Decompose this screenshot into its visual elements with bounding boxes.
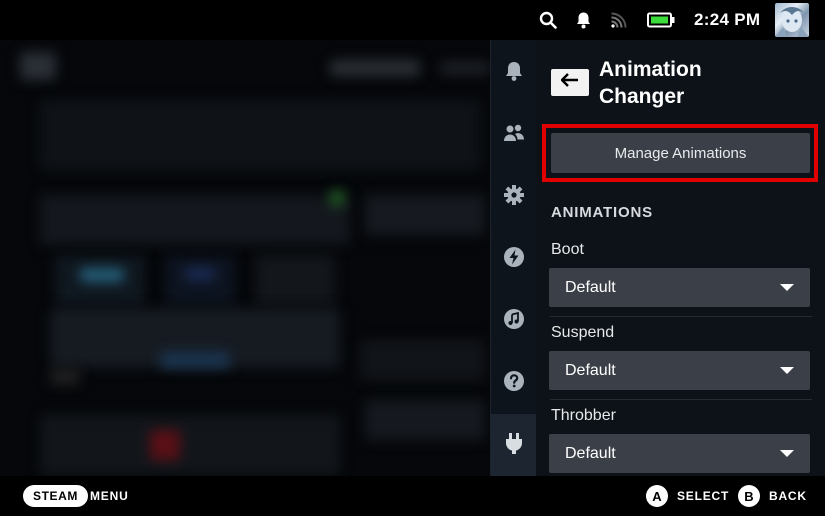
tab-performance[interactable] xyxy=(491,228,537,290)
tab-notifications[interactable] xyxy=(491,42,537,104)
divider xyxy=(550,399,812,400)
tab-friends[interactable] xyxy=(491,104,537,166)
bell-icon[interactable] xyxy=(571,8,595,32)
select-hint-label: SELECT xyxy=(677,489,730,503)
back-hint-label: BACK xyxy=(769,489,807,503)
music-icon xyxy=(503,308,525,335)
dropdown-value: Default xyxy=(565,278,616,296)
bg-blob xyxy=(365,400,485,440)
caret-down-icon xyxy=(780,367,794,374)
throbber-dropdown[interactable]: Default xyxy=(549,434,810,473)
suspend-dropdown[interactable]: Default xyxy=(549,351,810,390)
bg-blob xyxy=(40,195,350,245)
bg-blob xyxy=(40,415,340,475)
divider xyxy=(550,316,812,317)
menu-hint-label: MENU xyxy=(90,489,129,503)
a-button-icon[interactable]: A xyxy=(646,485,668,507)
tab-settings[interactable] xyxy=(491,166,537,228)
bg-blob xyxy=(255,255,335,305)
bg-blob xyxy=(165,255,235,305)
tab-plugins[interactable] xyxy=(491,414,537,476)
bg-blob xyxy=(360,340,485,380)
bg-blob xyxy=(330,190,344,206)
button-hints-bar: STEAM MENU A SELECT B BACK xyxy=(0,476,825,516)
dropdown-value: Default xyxy=(565,444,616,462)
caret-down-icon xyxy=(780,450,794,457)
field-label-throbber: Throbber xyxy=(551,407,616,424)
caret-down-icon xyxy=(780,284,794,291)
quick-access-tabs xyxy=(490,40,537,476)
bell-icon xyxy=(504,60,524,87)
status-bar: 2:24 PM xyxy=(0,0,825,40)
page-title-line2: Changer xyxy=(599,85,685,108)
plugin-panel: Animation Changer Manage Animations ANIM… xyxy=(536,40,825,476)
bg-blob xyxy=(365,195,485,235)
help-icon xyxy=(503,370,525,397)
blurred-background xyxy=(0,40,490,476)
avatar[interactable] xyxy=(775,3,809,37)
page-title: Animation Changer xyxy=(599,56,809,110)
tab-help[interactable] xyxy=(491,352,537,414)
bg-blob xyxy=(40,100,480,170)
bg-blob xyxy=(440,62,490,74)
bg-blob xyxy=(50,370,80,384)
arrow-left-icon xyxy=(560,73,579,92)
manage-animations-button[interactable]: Manage Animations xyxy=(551,133,810,173)
gear-icon xyxy=(503,184,525,211)
bg-blob xyxy=(160,352,230,368)
boot-dropdown[interactable]: Default xyxy=(549,268,810,307)
tab-music[interactable] xyxy=(491,290,537,352)
dropdown-value: Default xyxy=(565,361,616,379)
bg-blob xyxy=(20,52,56,80)
bg-blob xyxy=(330,60,420,76)
plugin-icon xyxy=(503,431,525,460)
page-title-line1: Animation xyxy=(599,58,702,81)
field-label-suspend: Suspend xyxy=(551,324,615,341)
field-label-boot: Boot xyxy=(551,241,584,258)
back-button[interactable] xyxy=(551,69,589,96)
battery-icon xyxy=(646,8,676,32)
bg-blob xyxy=(185,268,215,280)
search-icon[interactable] xyxy=(536,8,560,32)
performance-icon xyxy=(503,246,525,273)
wifi-icon xyxy=(606,8,630,32)
clock: 2:24 PM xyxy=(694,10,761,29)
bg-blob xyxy=(150,430,180,460)
section-heading: ANIMATIONS xyxy=(551,204,653,221)
b-button-icon[interactable]: B xyxy=(738,485,760,507)
bg-blob xyxy=(80,268,124,282)
steam-button-hint[interactable]: STEAM xyxy=(23,485,88,507)
friends-icon xyxy=(503,123,525,148)
